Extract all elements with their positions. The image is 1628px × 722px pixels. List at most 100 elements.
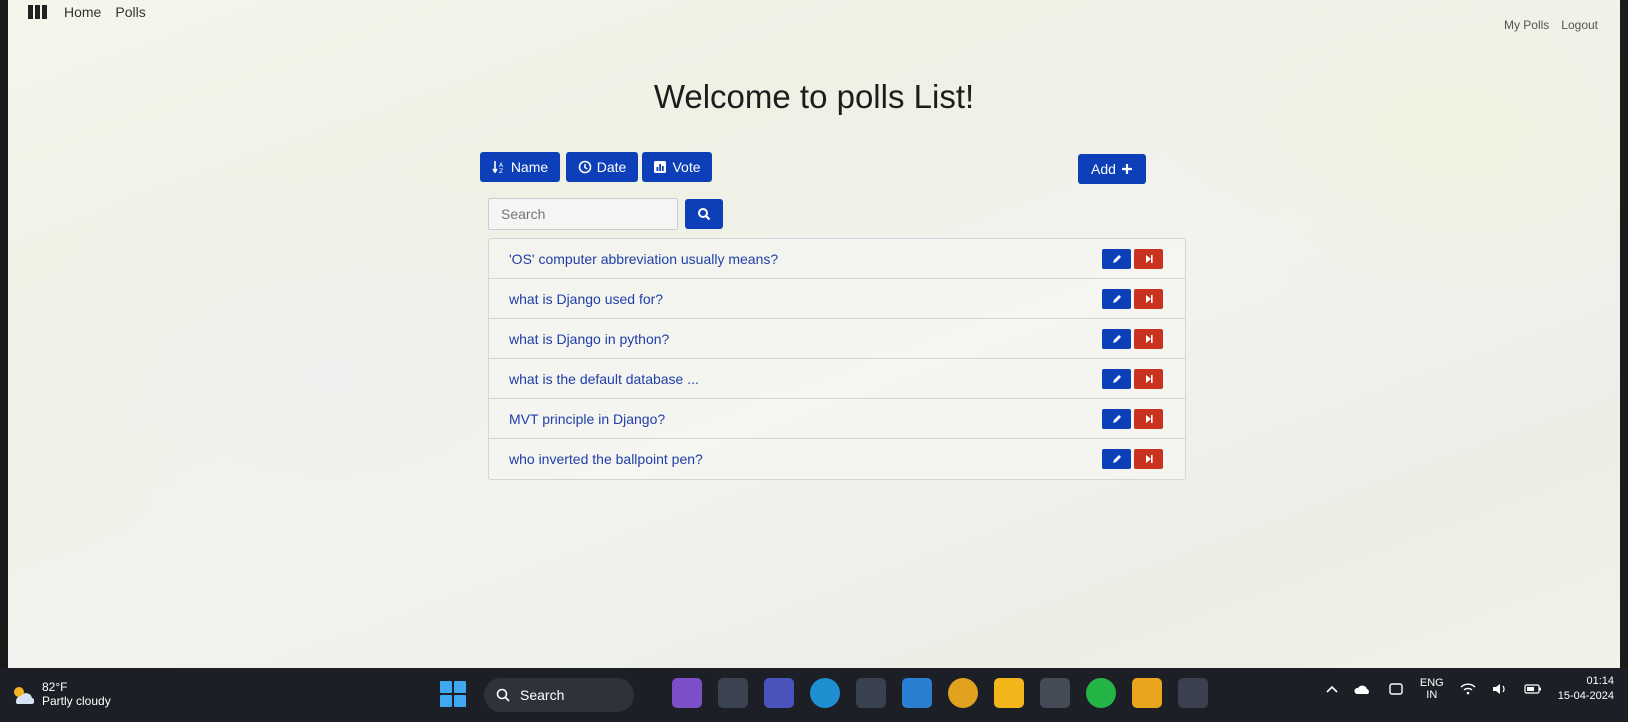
edit-poll-button[interactable]	[1102, 288, 1131, 309]
whatsapp-icon[interactable]	[1086, 678, 1116, 708]
teams-chat-icon[interactable]	[764, 678, 794, 708]
delete-icon	[1145, 334, 1153, 343]
plus-icon	[1121, 164, 1132, 174]
terminal-window-icon[interactable]	[1040, 678, 1070, 708]
delete-poll-button[interactable]	[1134, 248, 1163, 269]
delete-icon	[1145, 254, 1153, 263]
pencil-icon	[1112, 455, 1121, 463]
row-actions	[1102, 368, 1163, 389]
clock-icon	[578, 160, 592, 174]
edit-poll-button[interactable]	[1102, 368, 1131, 389]
pencil-icon	[1112, 374, 1121, 383]
search-button[interactable]	[685, 199, 723, 229]
poll-question-link[interactable]: who inverted the ballpoint pen?	[509, 451, 703, 467]
add-poll-label: Add	[1091, 161, 1116, 177]
pinned-apps	[672, 678, 1208, 708]
edit-poll-button[interactable]	[1102, 408, 1131, 429]
edit-poll-button[interactable]	[1102, 449, 1131, 469]
nav-home-link[interactable]: Home	[64, 4, 101, 20]
delete-poll-button[interactable]	[1134, 288, 1163, 309]
poll-question-link[interactable]: what is Django in python?	[509, 331, 669, 347]
volume-icon[interactable]	[1492, 683, 1508, 695]
page-title: Welcome to polls List!	[653, 78, 975, 115]
delete-icon	[1145, 455, 1153, 463]
bar-chart-icon	[654, 161, 667, 173]
svg-text:Z: Z	[499, 168, 503, 174]
paint-app-icon[interactable]	[672, 678, 702, 708]
poll-row: what is Django used for?	[489, 279, 1185, 319]
row-actions	[1102, 288, 1163, 309]
windows-start-icon[interactable]	[440, 681, 466, 707]
chevron-up-icon[interactable]	[1326, 684, 1338, 694]
mail-app-icon[interactable]	[902, 678, 932, 708]
poll-question-link[interactable]: what is Django used for?	[509, 291, 663, 307]
row-actions	[1102, 328, 1163, 349]
pencil-icon	[1112, 334, 1121, 343]
search-icon	[698, 208, 711, 221]
edge-browser-icon[interactable]	[810, 678, 840, 708]
region-code: IN	[1426, 689, 1438, 701]
edit-poll-button[interactable]	[1102, 248, 1131, 269]
sort-by-vote-label: Vote	[672, 159, 701, 175]
poll-question-link[interactable]: 'OS' computer abbreviation usually means…	[509, 251, 778, 267]
browser-viewport: Home Polls My Polls Logout Welcome to po…	[8, 0, 1620, 675]
sort-by-date-button[interactable]: Date	[566, 152, 638, 182]
pencil-icon	[1112, 414, 1121, 423]
clock-date: 15-04-2024	[1557, 690, 1614, 702]
delete-poll-button[interactable]	[1134, 368, 1163, 389]
taskbar-search-label: Search	[520, 687, 565, 703]
pencil-icon	[1112, 294, 1121, 303]
task-view-icon[interactable]	[718, 678, 748, 708]
search-input[interactable]	[488, 198, 678, 230]
row-actions	[1102, 408, 1163, 429]
sync-icon[interactable]	[1388, 681, 1404, 697]
delete-poll-button[interactable]	[1134, 408, 1163, 429]
delete-icon	[1145, 374, 1153, 383]
language-code: ENG	[1419, 677, 1444, 689]
weather-desc: Partly cloudy	[42, 694, 111, 708]
delete-poll-button[interactable]	[1134, 328, 1163, 349]
poll-question-link[interactable]: what is the default database ...	[509, 371, 699, 387]
pencil-icon	[1112, 254, 1121, 263]
onedrive-cloud-icon[interactable]	[1354, 683, 1372, 695]
wifi-icon[interactable]	[1460, 683, 1476, 695]
delete-poll-button[interactable]	[1134, 449, 1163, 469]
partly-cloudy-icon	[14, 687, 34, 704]
command-prompt-icon[interactable]	[1178, 678, 1208, 708]
user-nav: My Polls Logout	[1504, 18, 1598, 32]
file-explorer-icon[interactable]	[994, 678, 1024, 708]
clock-time: 01:14	[1586, 675, 1614, 687]
delete-icon	[1145, 294, 1153, 303]
poll-list: 'OS' computer abbreviation usually means…	[488, 238, 1186, 480]
add-poll-button[interactable]: Add	[1078, 154, 1146, 184]
poll-row: 'OS' computer abbreviation usually means…	[489, 239, 1185, 279]
top-navbar: Home Polls	[28, 4, 146, 20]
poll-row: who inverted the ballpoint pen?	[489, 439, 1185, 479]
python-app-icon[interactable]	[1132, 678, 1162, 708]
poll-row: what is the default database ...	[489, 359, 1185, 399]
battery-icon[interactable]	[1524, 684, 1542, 694]
weather-widget[interactable]: 82°F Partly cloudy	[10, 680, 111, 708]
brand-logo-icon[interactable]	[28, 5, 50, 19]
taskbar-search[interactable]: Search	[484, 678, 634, 712]
chrome-browser-icon[interactable]	[948, 678, 978, 708]
sort-by-name-button[interactable]: A Z Name	[480, 152, 560, 182]
store-app-icon[interactable]	[856, 678, 886, 708]
system-tray: ENG IN 01:14 15-04-2024	[1326, 674, 1614, 704]
language-indicator[interactable]: ENG IN	[1420, 677, 1444, 701]
system-clock[interactable]: 01:14 15-04-2024	[1558, 674, 1614, 704]
my-polls-link[interactable]: My Polls	[1504, 18, 1549, 32]
windows-taskbar: 82°F Partly cloudy Search ENG IN 01:14 1…	[0, 668, 1628, 722]
sort-by-date-label: Date	[596, 159, 627, 175]
row-actions	[1102, 248, 1163, 269]
sort-alpha-icon: A Z	[492, 161, 504, 174]
weather-temp: 82°F	[42, 680, 68, 694]
logout-link[interactable]: Logout	[1561, 18, 1598, 32]
sort-by-vote-button[interactable]: Vote	[642, 152, 712, 182]
sort-by-name-label: Name	[510, 159, 549, 175]
nav-polls-link[interactable]: Polls	[115, 4, 145, 20]
poll-question-link[interactable]: MVT principle in Django?	[509, 411, 665, 427]
poll-row: MVT principle in Django?	[489, 399, 1185, 439]
edit-poll-button[interactable]	[1102, 328, 1131, 349]
poll-row: what is Django in python?	[489, 319, 1185, 359]
